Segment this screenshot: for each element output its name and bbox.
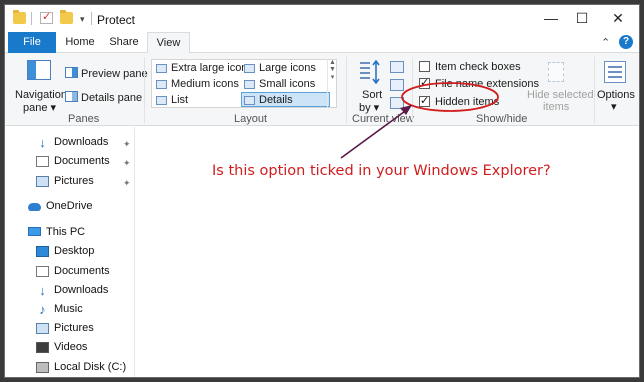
extra-large-icons-icon <box>156 64 167 73</box>
downloads-icon: ↓ <box>39 283 46 298</box>
sort-by-icon <box>360 59 380 85</box>
size-columns-icon[interactable] <box>390 97 404 109</box>
tab-home[interactable]: Home <box>59 32 101 53</box>
expand-ribbon-icon[interactable]: ⌃ <box>601 36 610 49</box>
help-icon[interactable]: ? <box>619 35 633 49</box>
file-name-extensions-checkbox[interactable] <box>419 76 430 89</box>
hidden-items-checkbox[interactable] <box>419 94 430 107</box>
item-check-boxes-label[interactable]: Item check boxes <box>435 61 521 73</box>
explorer-window: ▾ Protect — ☐ ✕ File Home Share View ⌃ ?… <box>4 4 640 378</box>
group-divider <box>144 57 145 123</box>
this-pc-icon <box>28 227 41 236</box>
nav-item-label: Local Disk (C:) <box>54 361 127 373</box>
layout-small-icons[interactable]: Small icons <box>242 77 315 92</box>
music-icon: ♪ <box>39 302 46 317</box>
panes-group-label: Panes <box>68 113 100 125</box>
group-by-icon[interactable] <box>390 61 404 73</box>
documents-icon <box>36 266 49 277</box>
hide-selected-items-icon <box>548 62 564 82</box>
small-icons-icon <box>244 80 255 89</box>
pin-icon[interactable]: ✦ <box>123 139 131 150</box>
layout-item-label: Small icons <box>259 78 316 90</box>
preview-pane-button[interactable]: Preview pane <box>81 68 148 80</box>
layout-item-label: Large icons <box>259 62 316 74</box>
ribbon-tabs: File Home Share View ⌃ ? <box>5 32 639 54</box>
show-hide-group-label: Show/hide <box>476 113 528 125</box>
desktop-icon <box>36 246 49 257</box>
downloads-icon: ↓ <box>39 135 46 150</box>
nav-item-label: Downloads <box>54 284 109 296</box>
group-divider <box>346 57 347 123</box>
options-dropdown-arrow[interactable]: ▾ <box>611 100 617 113</box>
navigation-pane-icon[interactable] <box>27 60 51 80</box>
group-divider <box>594 57 595 123</box>
pin-icon[interactable]: ✦ <box>123 178 131 189</box>
details-pane-button[interactable]: Details pane <box>81 92 142 104</box>
close-button[interactable]: ✕ <box>595 5 639 32</box>
pictures-icon <box>36 323 49 334</box>
nav-item-label: Pictures <box>54 322 94 334</box>
layout-gallery: Extra large icons Large icons Medium ico… <box>151 59 337 108</box>
navigation-pane-label-2[interactable]: pane ▾ <box>23 101 56 114</box>
details-icon <box>244 96 255 105</box>
item-check-boxes-checkbox[interactable] <box>419 61 430 72</box>
layout-medium-icons[interactable]: Medium icons <box>154 77 239 92</box>
local-disk-icon <box>36 362 49 373</box>
layout-group-label: Layout <box>234 113 268 125</box>
layout-item-label: Details <box>259 94 293 106</box>
current-view-group-label: Current view <box>352 113 414 125</box>
new-folder-icon[interactable] <box>60 10 73 24</box>
nav-item-label: This PC <box>46 226 86 238</box>
properties-icon[interactable] <box>40 10 53 24</box>
group-divider <box>412 57 413 123</box>
tab-file[interactable]: File <box>8 32 56 53</box>
divider <box>91 12 92 25</box>
layout-list[interactable]: List <box>154 93 188 108</box>
nav-item-label: Videos <box>54 341 88 353</box>
navigation-pane-label[interactable]: Navigation <box>15 89 67 101</box>
layout-details[interactable]: Details <box>241 92 330 107</box>
layout-item-label: Extra large icons <box>171 62 253 74</box>
folder-icon <box>13 10 26 24</box>
sort-by-label[interactable]: Sort <box>362 89 382 101</box>
file-name-extensions-label[interactable]: File name extensions <box>435 78 539 90</box>
hide-selected-items-button: Hide selected <box>527 89 594 101</box>
tab-share[interactable]: Share <box>103 32 145 53</box>
layout-scroll[interactable]: ▲ ▼ ▾ <box>327 59 337 108</box>
nav-item-label: Documents <box>54 265 110 277</box>
nav-item-label: OneDrive <box>46 200 93 212</box>
details-pane-icon[interactable] <box>65 91 78 102</box>
videos-icon <box>36 342 49 353</box>
tab-view[interactable]: View <box>147 32 190 54</box>
layout-item-label: Medium icons <box>171 78 239 90</box>
add-columns-icon[interactable] <box>390 79 404 91</box>
nav-item-label: Music <box>54 303 83 315</box>
list-icon <box>156 96 167 105</box>
divider <box>31 12 32 25</box>
pin-icon[interactable]: ✦ <box>123 158 131 169</box>
annotation-text: Is this option ticked in your Windows Ex… <box>212 163 551 179</box>
nav-item-label: Documents <box>54 155 110 167</box>
preview-pane-icon[interactable] <box>65 67 78 78</box>
documents-icon <box>36 156 49 167</box>
layout-item-label: List <box>171 94 189 106</box>
title-bar: ▾ Protect — ☐ ✕ <box>5 5 639 32</box>
options-icon[interactable] <box>604 61 626 83</box>
layout-large-icons[interactable]: Large icons <box>242 61 316 76</box>
nav-item-label: Downloads <box>54 136 109 148</box>
layout-extra-large-icons[interactable]: Extra large icons <box>154 61 253 76</box>
ribbon: Navigation pane ▾ Preview pane Details p… <box>5 53 639 126</box>
customize-quick-access-icon[interactable]: ▾ <box>80 14 85 25</box>
hide-selected-items-button-2: items <box>543 101 570 113</box>
nav-item-label: Pictures <box>54 175 94 187</box>
window-title: Protect <box>97 13 136 27</box>
onedrive-icon <box>28 203 41 211</box>
medium-icons-icon <box>156 80 167 89</box>
nav-item-label: Desktop <box>54 245 95 257</box>
hidden-items-label[interactable]: Hidden items <box>435 96 499 108</box>
navigation-pane: ↓ Downloads ✦ Documents ✦ Pictures ✦ One… <box>5 127 135 377</box>
pictures-icon <box>36 176 49 187</box>
large-icons-icon <box>244 64 255 73</box>
sort-by-icon[interactable] <box>359 59 381 86</box>
